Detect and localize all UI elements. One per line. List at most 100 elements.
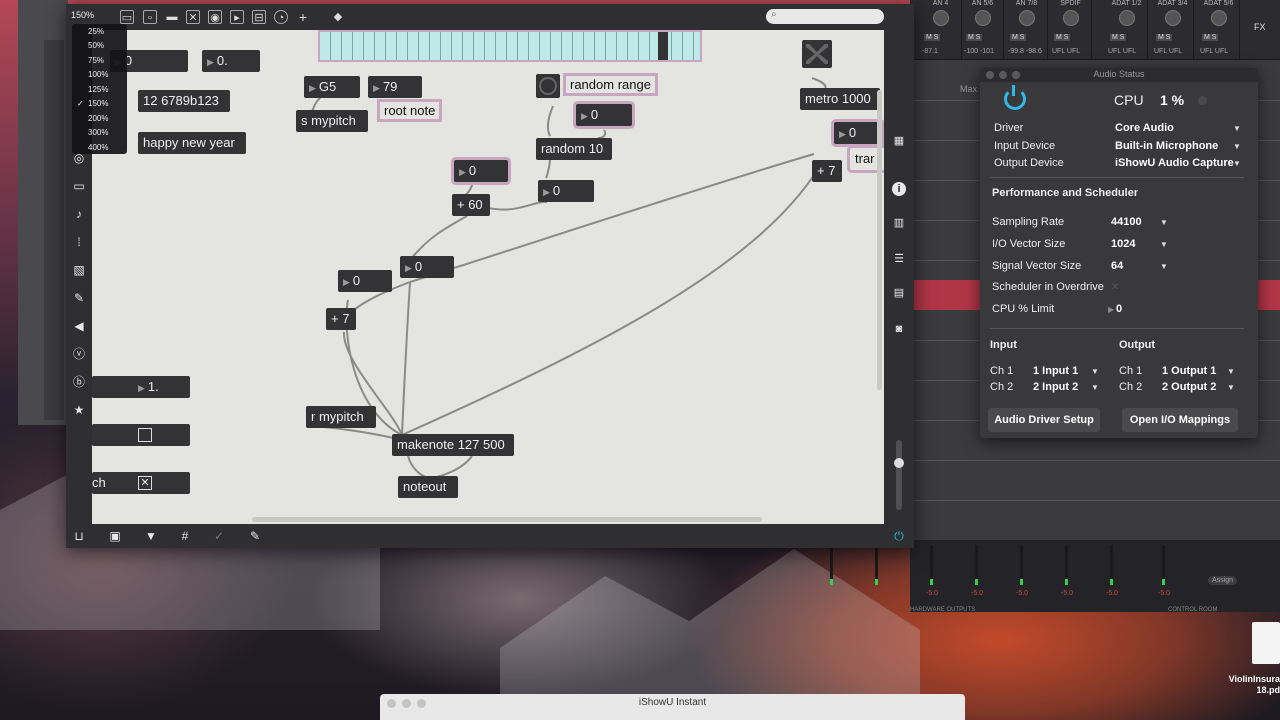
tag-icon[interactable]: ✎ bbox=[71, 290, 87, 306]
input-ch1-select[interactable]: 1 Input 1 bbox=[1033, 365, 1078, 377]
presentation-mode-icon[interactable]: ▣ bbox=[108, 529, 122, 543]
zoom-option[interactable]: 100% bbox=[88, 70, 108, 79]
lock-icon[interactable]: ⊔ bbox=[72, 529, 86, 543]
metro-object[interactable]: metro 1000 bbox=[800, 88, 880, 110]
makenote-object[interactable]: makenote 127 500 bbox=[392, 434, 514, 456]
level-slider[interactable] bbox=[894, 440, 904, 510]
presentation-icon[interactable]: ▭ bbox=[120, 10, 134, 24]
debug-icon[interactable]: ✓ bbox=[212, 529, 226, 543]
vertical-scrollbar[interactable] bbox=[877, 90, 882, 390]
sampling-rate-select[interactable]: 44100 bbox=[1111, 216, 1142, 228]
number-box-range[interactable]: 0 bbox=[576, 104, 632, 126]
zoom-option[interactable]: 200% bbox=[88, 114, 108, 123]
toggle-icon[interactable]: ✕ bbox=[186, 10, 200, 24]
message-box[interactable]: happy new year bbox=[138, 132, 246, 154]
send-object[interactable]: s mypitch bbox=[296, 110, 368, 132]
horizontal-scrollbar[interactable] bbox=[252, 517, 762, 522]
output-ch1-select[interactable]: 1 Output 1 bbox=[1162, 365, 1216, 377]
music-note-icon[interactable]: ♪ bbox=[71, 206, 87, 222]
random-object[interactable]: random 10 bbox=[536, 138, 612, 160]
zoom-option[interactable]: 300% bbox=[88, 128, 108, 137]
zoom-option-selected[interactable]: 150% bbox=[88, 99, 108, 108]
info-icon[interactable]: i bbox=[892, 182, 906, 196]
plus-object[interactable]: + 7 bbox=[812, 160, 842, 182]
daw-strip[interactable]: SPDIF M S UFL UFL bbox=[1050, 0, 1092, 60]
favorites-star-icon[interactable]: ★ bbox=[71, 402, 87, 418]
comment-bubble-icon[interactable]: ▼ bbox=[144, 529, 158, 543]
book-icon[interactable]: ▤ bbox=[892, 286, 906, 300]
list-icon[interactable]: ☰ bbox=[892, 252, 906, 266]
comment-icon[interactable]: ▬ bbox=[165, 10, 179, 24]
output-ch2-select[interactable]: 2 Output 2 bbox=[1162, 381, 1216, 393]
add-object-icon[interactable]: + bbox=[296, 10, 310, 24]
package-icon[interactable]: ⓑ bbox=[71, 374, 87, 390]
daw-strip[interactable]: AN 7/8 M S -99.8 -98.6 bbox=[1006, 0, 1048, 60]
number-box[interactable]: 0 bbox=[834, 122, 882, 144]
zoom-option[interactable]: 125% bbox=[88, 85, 108, 94]
pdf-file-icon[interactable] bbox=[1252, 622, 1280, 664]
open-io-mappings-button[interactable]: Open I/O Mappings bbox=[1122, 408, 1238, 432]
toggle-off[interactable] bbox=[92, 424, 190, 446]
audio-driver-setup-button[interactable]: Audio Driver Setup bbox=[988, 408, 1100, 432]
dsp-power-icon[interactable] bbox=[1004, 85, 1026, 110]
vst-icon[interactable]: ⓥ bbox=[71, 346, 87, 362]
daw-strip[interactable]: ADAT 1/2 M S UFL UFL bbox=[1106, 0, 1148, 60]
zoom-option[interactable]: 400% bbox=[88, 143, 108, 152]
grid-snap-icon[interactable]: # bbox=[178, 529, 192, 543]
bang-icon[interactable]: ◉ bbox=[208, 10, 222, 24]
float-box[interactable]: 1. bbox=[92, 376, 190, 398]
kslider-keyboard[interactable] bbox=[318, 30, 702, 62]
audio-power-icon[interactable]: ⏻ bbox=[892, 529, 906, 543]
signal-vector-select[interactable]: 64 bbox=[1111, 260, 1123, 272]
zoom-option[interactable]: 75% bbox=[88, 56, 104, 65]
zoom-dropdown[interactable]: 150% bbox=[71, 10, 94, 20]
input-device-select[interactable]: Built-in Microphone bbox=[1115, 140, 1218, 152]
toggle[interactable] bbox=[802, 40, 832, 68]
overdrive-checkbox[interactable]: ✕ bbox=[1111, 282, 1119, 293]
zoom-option[interactable]: 50% bbox=[88, 41, 104, 50]
camera-icon[interactable]: ◙ bbox=[892, 322, 906, 336]
image-icon[interactable]: ▧ bbox=[71, 262, 87, 278]
number-icon[interactable]: ▸ bbox=[230, 10, 244, 24]
plus-object[interactable]: + 7 bbox=[326, 308, 356, 330]
slider-icon[interactable]: ⊟ bbox=[252, 10, 266, 24]
driver-select[interactable]: Core Audio bbox=[1115, 122, 1174, 134]
daw-strip[interactable]: ADAT 3/4 M S UFL UFL bbox=[1152, 0, 1194, 60]
number-box[interactable]: 0 bbox=[400, 256, 454, 278]
number-box-midi[interactable]: 79 bbox=[368, 76, 422, 98]
float-box[interactable]: 0. bbox=[202, 50, 260, 72]
number-box[interactable]: 0 bbox=[454, 160, 508, 182]
number-box[interactable]: 0 bbox=[338, 270, 392, 292]
daw-input-strips: AN 4M S -87.1 AN 5/6 M S -100 -101 AN 7/8 M … bbox=[910, 0, 1280, 60]
fx-button[interactable]: FX bbox=[1254, 22, 1266, 32]
output-device-select[interactable]: iShowU Audio Capture bbox=[1115, 157, 1234, 169]
patcher-canvas[interactable]: 0 0. 12 6789b123 happy new year G5 79 ro… bbox=[92, 30, 884, 524]
input-ch2-select[interactable]: 2 Input 2 bbox=[1033, 381, 1078, 393]
reference-icon[interactable]: ▥ bbox=[892, 216, 906, 230]
bang-button[interactable] bbox=[536, 74, 560, 98]
keyboard-icon[interactable]: ▭ bbox=[71, 178, 87, 194]
daw-strip[interactable]: ADAT 5/6 M S UFL UFL bbox=[1198, 0, 1240, 60]
zoom-option[interactable]: 25% bbox=[88, 27, 104, 36]
toggle-on[interactable]: ch ✕ bbox=[92, 472, 190, 494]
matrix-icon[interactable]: ⁞ bbox=[71, 234, 87, 250]
cpu-limit-field[interactable]: 0 bbox=[1116, 303, 1122, 315]
receive-object[interactable]: r mypitch bbox=[306, 406, 376, 428]
number-box-random-out[interactable]: 0 bbox=[538, 180, 594, 202]
noteout-object[interactable]: noteout bbox=[398, 476, 458, 498]
assign-button[interactable]: Assign bbox=[1208, 576, 1238, 585]
speaker-icon[interactable]: ◀ bbox=[71, 318, 87, 334]
message-box[interactable]: 12 6789b123 bbox=[138, 90, 230, 112]
plus-object[interactable]: + 60 bbox=[452, 194, 490, 216]
new-object-icon[interactable]: ▫ bbox=[143, 10, 157, 24]
search-field[interactable]: ⌕ bbox=[766, 9, 884, 24]
wrench-icon[interactable]: ✎ bbox=[248, 529, 262, 543]
grid-icon[interactable]: ▦ bbox=[892, 134, 906, 148]
daw-strip[interactable]: AN 4M S -87.1 bbox=[920, 0, 962, 60]
paint-bucket-icon[interactable]: ◆ bbox=[331, 10, 345, 24]
io-vector-select[interactable]: 1024 bbox=[1111, 238, 1135, 250]
daw-strip[interactable]: AN 5/6 M S -100 -101 bbox=[962, 0, 1004, 60]
pdf-file-label[interactable]: ViolinInsura 18.pd bbox=[1226, 674, 1280, 696]
dial-icon[interactable]: ◔ bbox=[274, 10, 288, 24]
number-box-pitch[interactable]: G5 bbox=[304, 76, 360, 98]
